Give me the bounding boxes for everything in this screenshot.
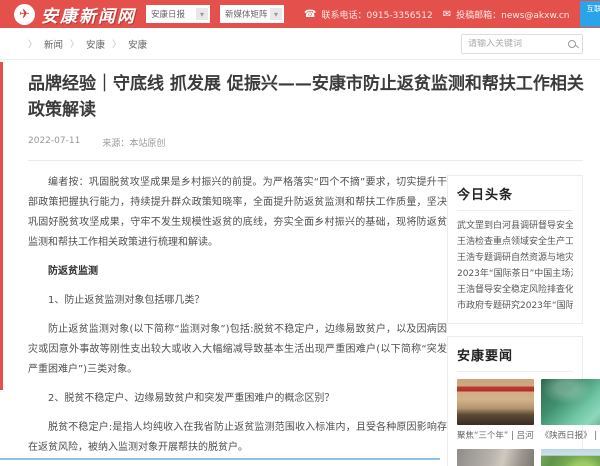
select-ankang-daily[interactable]: 安康日报 ▾ [146, 5, 210, 23]
headline-link[interactable]: 王浩督导安全稳定风险排查化解工作 [457, 282, 573, 298]
illegal-content-report-button[interactable]: 互联网违法和不良信息举报 0915-3288417 [580, 1, 600, 27]
breadcrumb-bar: 〉 新闻 〉 安康 〉 安康 [0, 28, 600, 60]
phone-icon: ☎ [304, 9, 316, 20]
headline-link[interactable]: 武文罡到白河县调研督导安全稳定等工作 [457, 218, 573, 234]
article-body: 编者按：巩固脱贫攻坚成果是乡村振兴的前提。为严格落实“四个不摘”要求，切实提升干… [28, 163, 447, 466]
news-caption: 聚焦“三个年” | 吕河 [457, 429, 534, 441]
headline-link[interactable]: 2023年“国际茶日”中国主场活动将于5月 [457, 266, 573, 282]
breadcrumb-item-news[interactable]: 新闻 [44, 37, 63, 51]
left-accent-strip [0, 62, 3, 390]
article-source: 来源：本站原创 [102, 136, 165, 149]
breadcrumb-item-ankang[interactable]: 安康 [86, 37, 105, 51]
news-grid: 聚焦“三个年” | 吕河 《陕西日报》 | 一泓清 文明有我·凡人善举 | [457, 379, 573, 466]
news-card[interactable]: “两山”理论的安康样 [541, 449, 600, 466]
todays-headlines-box: 今日头条 武文罡到白河县调研督导安全稳定等工作 王浩检查重点领域安全生产工作 王… [447, 175, 583, 324]
chevron-right-icon: 〉 [28, 37, 37, 50]
breadcrumb: 〉 新闻 〉 安康 〉 安康 [28, 37, 147, 51]
article-date: 2022-07-11 [28, 136, 80, 149]
content-area: 品牌经验｜守底线 抓发展 促振兴——安康市防止返贫监测和帮扶工作相关政策解读 2… [0, 60, 600, 466]
search-icon[interactable] [568, 40, 576, 48]
article-meta: 2022-07-11 来源：本站原创 [28, 136, 583, 149]
report-button-line1: 互联网违法和不良信息举报 [587, 4, 600, 14]
article-paragraph: 编者按：巩固脱贫攻坚成果是乡村振兴的前提。为严格落实“四个不摘”要求，切实提升干… [28, 173, 447, 253]
headline-link[interactable]: 王浩检查重点领域安全生产工作 [457, 234, 573, 250]
article-paragraph: 防止返贫监测对象(以下简称“监测对象”)包括:脱贫不稳定户，边缘易致贫户，以及因… [28, 320, 447, 380]
article-question-2: 2、脱贫不稳定户、边缘易致贫户和突发严重困难户的概念区别？ [28, 389, 447, 409]
article-paragraph: 脱贫不稳定户:是指人均纯收入在我省防止返贫监测范围收入标准内，且受各种原因影响存… [28, 418, 447, 458]
breadcrumb-item-ankang2[interactable]: 安康 [128, 37, 147, 51]
chevron-right-icon: 〉 [112, 37, 121, 50]
report-button-line2: 0915-3288417 [587, 14, 600, 24]
footer-top-border [0, 458, 440, 460]
chevron-down-icon: ▾ [270, 8, 282, 20]
ankang-news-title: 安康要闻 [457, 345, 573, 372]
article-question-1: 1、防止返贫监测对象包括哪几类？ [28, 291, 447, 311]
email-label: 投稿邮箱：news@akxw.cn [456, 8, 569, 21]
news-card[interactable]: 文明有我·凡人善举 | [457, 449, 534, 466]
news-caption: 《陕西日报》 | 一泓清 [541, 429, 600, 441]
ankang-news-box: 安康要闻 聚焦“三个年” | 吕河 《陕西日报》 | 一泓清 文明有我·凡 [447, 336, 583, 466]
meta-divider [28, 160, 583, 161]
select-label: 安康日报 [151, 8, 196, 20]
search-box[interactable] [461, 34, 583, 54]
airplane-icon: ✈ [19, 8, 30, 21]
search-input[interactable] [468, 39, 568, 49]
headline-link[interactable]: 王浩专题调研自然资源与地灾防治工作 [457, 250, 573, 266]
select-label: 新媒体矩阵 [225, 8, 270, 20]
page: ✈ 安康新闻网 安康日报 ▾ 新媒体矩阵 ▾ ☎ 联系电话：0915-33565… [0, 0, 600, 466]
top-header-bar: ✈ 安康新闻网 安康日报 ▾ 新媒体矩阵 ▾ ☎ 联系电话：0915-33565… [0, 0, 600, 28]
chevron-down-icon: ▾ [196, 8, 208, 20]
news-thumbnail-meeting [457, 379, 534, 425]
news-thumbnail-river [541, 379, 600, 425]
logo-emblem-icon: ✈ [14, 4, 35, 25]
chevron-right-icon: 〉 [70, 37, 79, 50]
article-section-heading: 防返贫监测 [28, 262, 447, 282]
mail-icon: ✉ [443, 9, 451, 20]
select-new-media-matrix[interactable]: 新媒体矩阵 ▾ [220, 5, 284, 23]
contact-email: ✉ 投稿邮箱：news@akxw.cn [443, 8, 570, 21]
article-title: 品牌经验｜守底线 抓发展 促振兴——安康市防止返贫监测和帮扶工作相关政策解读 [28, 72, 584, 123]
news-card[interactable]: 聚焦“三个年” | 吕河 [457, 379, 534, 441]
contact-phone: ☎ 联系电话：0915-3356512 [304, 8, 433, 21]
news-card[interactable]: 《陕西日报》 | 一泓清 [541, 379, 600, 441]
todays-headlines-title: 今日头条 [457, 184, 573, 211]
site-logo[interactable]: ✈ 安康新闻网 [14, 2, 136, 27]
news-thumbnail-street [457, 449, 534, 466]
headline-link[interactable]: 市政府专题研究2023年“国际茶日”中国主 [457, 298, 573, 314]
site-name: 安康新闻网 [41, 2, 136, 27]
sidebar: 今日头条 武文罡到白河县调研督导安全稳定等工作 王浩检查重点领域安全生产工作 王… [447, 163, 583, 466]
news-thumbnail-park [541, 449, 600, 466]
phone-label: 联系电话：0915-3356512 [321, 8, 432, 21]
